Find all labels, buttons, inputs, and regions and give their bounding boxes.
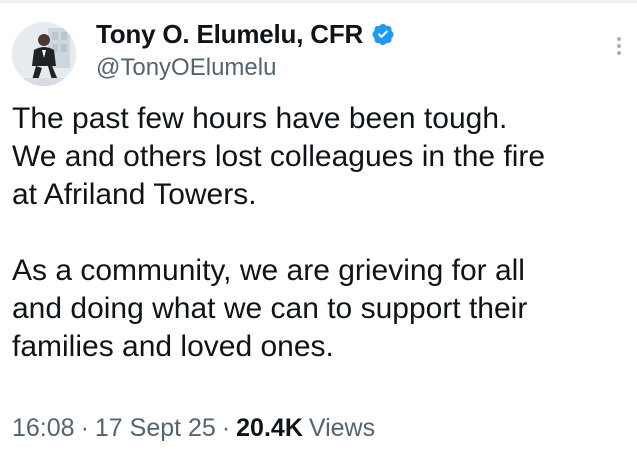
verified-badge-icon [371, 22, 395, 46]
author-display-name[interactable]: Tony O. Elumelu, CFR [96, 19, 363, 50]
tweet-paragraph-1: The past few hours have been tough. We a… [12, 102, 546, 211]
tweet-timestamp[interactable]: 16:08 · 17 Sept 25 [12, 414, 216, 443]
meta-separator: · [221, 414, 231, 442]
tweet-time: 16:08 [12, 414, 75, 442]
author-name-row: Tony O. Elumelu, CFR [96, 16, 395, 52]
more-options-icon[interactable] [612, 34, 626, 64]
author-avatar[interactable] [12, 22, 76, 86]
views-count: 20.4K [236, 414, 303, 442]
tweet-date: 17 Sept 25 [94, 414, 216, 442]
tweet-meta: 16:08 · 17 Sept 25 · 20.4K Views [12, 414, 375, 443]
top-divider [0, 0, 637, 3]
tweet-text: The past few hours have been tough. We a… [12, 100, 628, 366]
avatar-image [12, 22, 76, 86]
tweet-card: Tony O. Elumelu, CFR @TonyOElumelu The p… [0, 0, 637, 455]
author-header: Tony O. Elumelu, CFR @TonyOElumelu [96, 16, 395, 82]
views-label: Views [308, 414, 376, 442]
meta-separator: · [80, 414, 89, 442]
author-handle[interactable]: @TonyOElumelu [96, 54, 395, 82]
tweet-paragraph-2: As a community, we are grieving for all … [12, 254, 528, 363]
